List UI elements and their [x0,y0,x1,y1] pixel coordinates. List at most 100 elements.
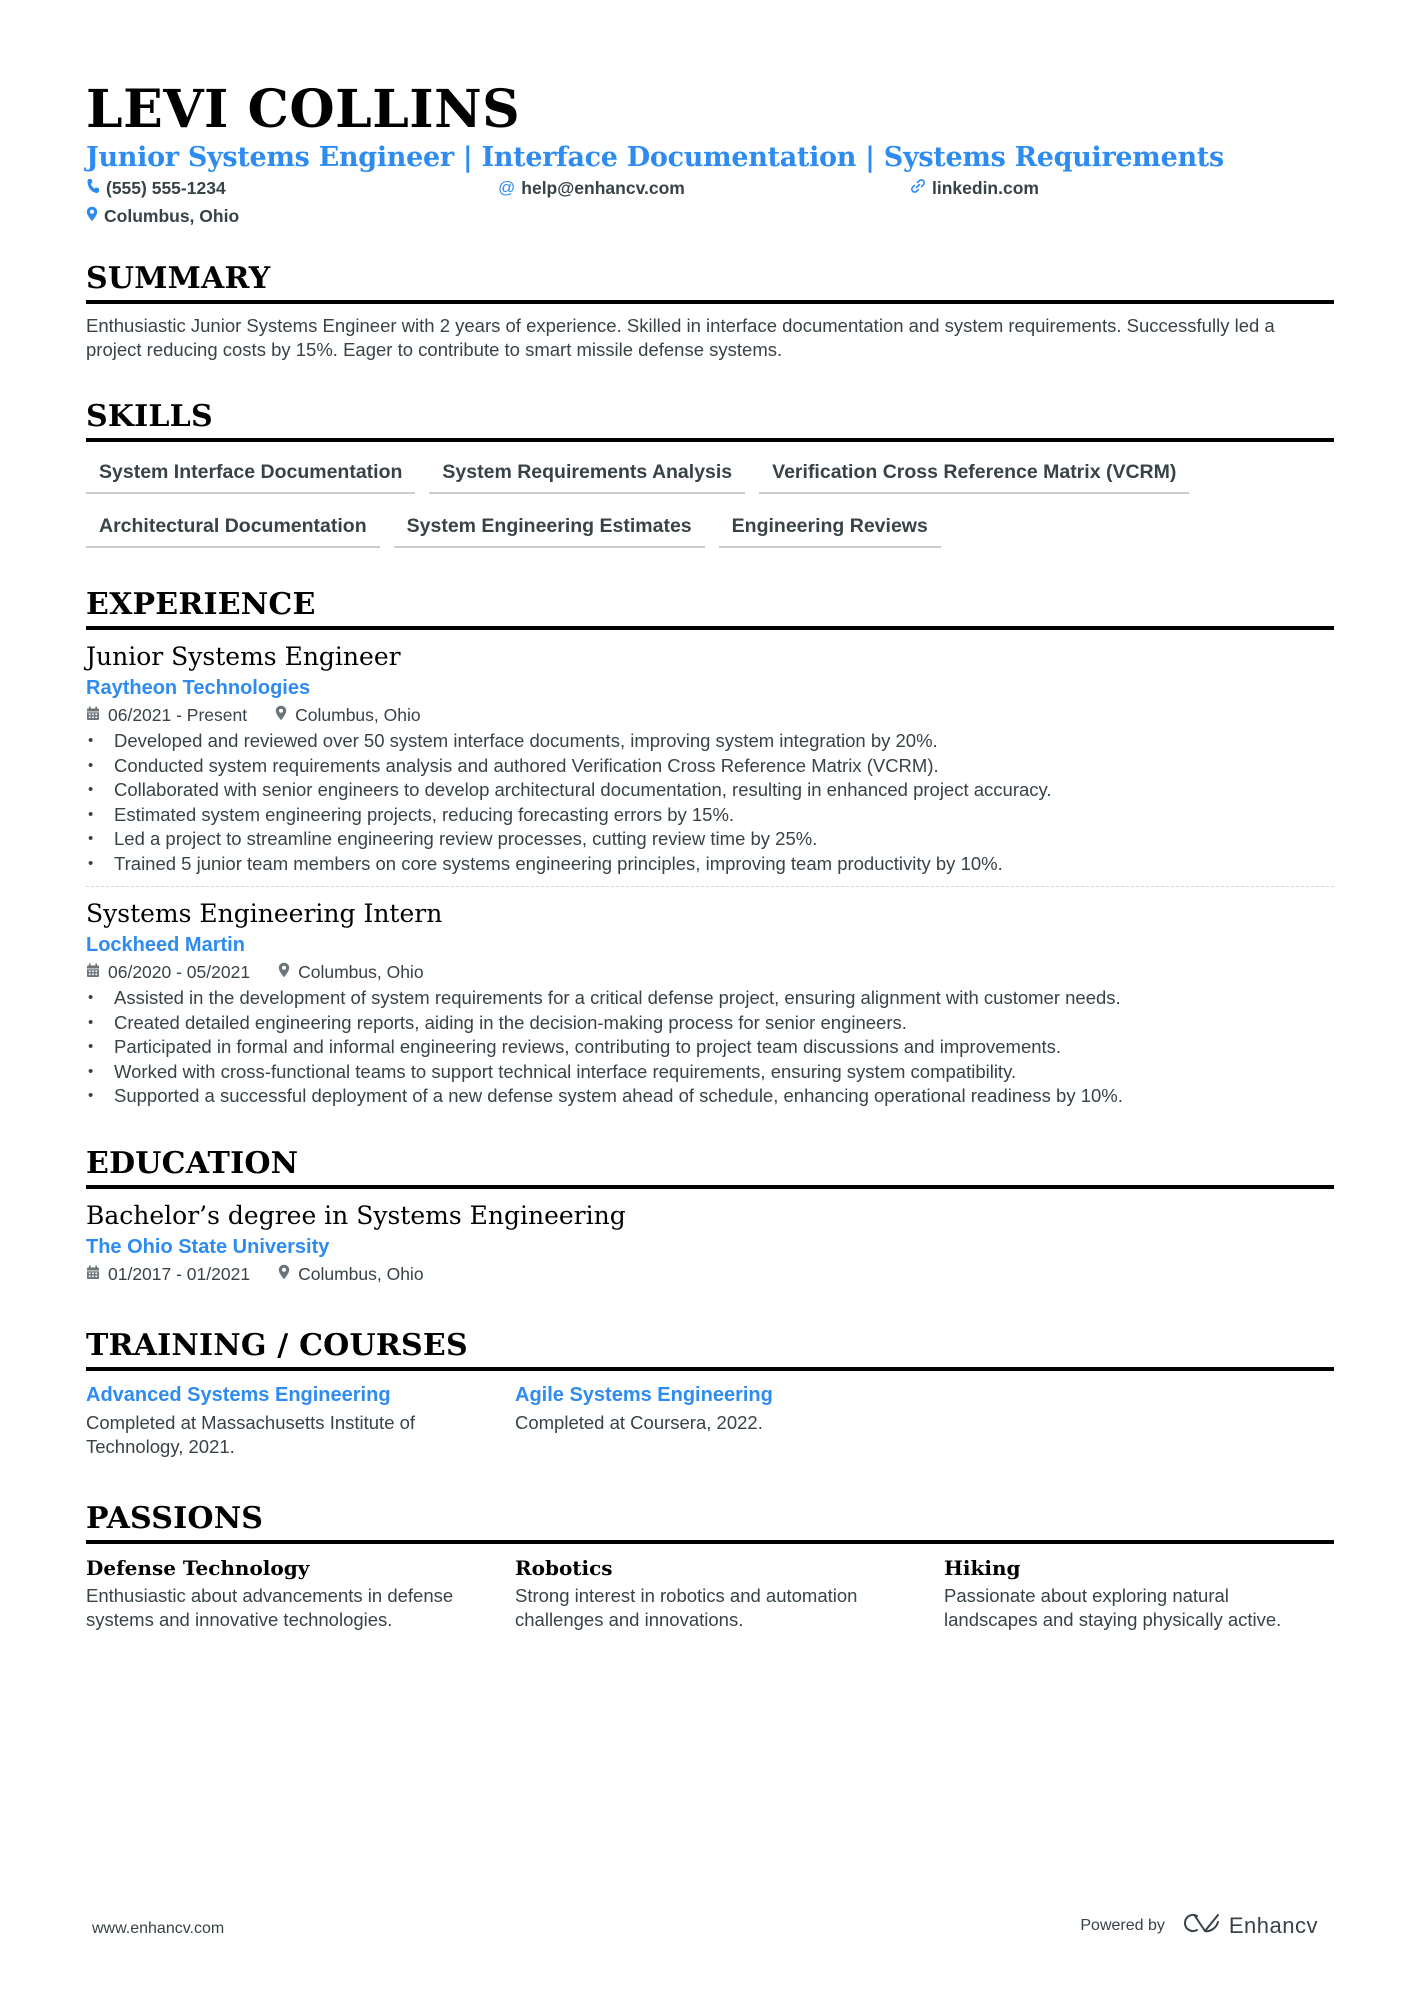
education-dates: 01/2017 - 01/2021 [86,1261,250,1287]
education-location: Columbus, Ohio [278,1261,424,1287]
experience-heading: EXPERIENCE [86,586,1334,630]
education-heading: EDUCATION [86,1145,1334,1189]
job-bullets: Assisted in the development of system re… [86,986,1334,1109]
job-dates: 06/2021 - Present [86,702,247,728]
job-dates: 06/2020 - 05/2021 [86,959,250,985]
resume-page: LEVI COLLINS Junior Systems Engineer | I… [86,78,1334,1633]
bullet-item: Estimated system engineering projects, r… [86,803,1334,828]
job-location: Columbus, Ohio [275,702,421,728]
skill-tag: System Engineering Estimates [393,508,705,548]
course-description: Completed at Coursera, 2022. [515,1411,763,1433]
phone-icon [86,178,100,199]
summary-heading: SUMMARY [86,260,1334,304]
footer-website-link[interactable]: www.enhancv.com [92,1920,224,1938]
passion-item: Robotics Strong interest in robotics and… [515,1554,944,1633]
skills-heading: SKILLS [86,398,1334,442]
bullet-item: Assisted in the development of system re… [86,986,1334,1011]
experience-section: EXPERIENCE Junior Systems Engineer Rayth… [86,586,1334,1109]
location-pin-icon [275,702,287,728]
bullet-item: Collaborated with senior engineers to de… [86,778,1334,803]
bullet-item: Participated in formal and informal engi… [86,1035,1334,1060]
education-section: EDUCATION Bachelor’s degree in Systems E… [86,1145,1334,1287]
footer-branding: Powered by Enhancv [1080,1912,1318,1940]
location-pin-icon [278,959,290,985]
job-company: Raytheon Technologies [86,677,311,699]
link-icon [910,178,926,199]
course-title: Agile Systems Engineering [515,1383,773,1406]
passion-title: Hiking [944,1555,1021,1580]
bullet-item: Led a project to streamline engineering … [86,827,1334,852]
summary-section: SUMMARY Enthusiastic Junior Systems Engi… [86,260,1334,362]
passion-description: Passionate about exploring natural lands… [944,1584,1282,1631]
education-dates-text: 01/2017 - 01/2021 [108,1263,251,1284]
summary-text: Enthusiastic Junior Systems Engineer wit… [86,315,1275,360]
job-dates-text: 06/2020 - 05/2021 [108,962,251,982]
contact-location: Columbus, Ohio [86,204,498,228]
location-pin-icon [278,1261,290,1287]
job-company: Lockheed Martin [86,934,245,956]
degree: Bachelor’s degree in Systems Engineering [86,1200,626,1230]
skill-tag: Verification Cross Reference Matrix (VCR… [759,454,1190,494]
passion-title: Robotics [515,1555,613,1580]
skills-list: System Interface Documentation System Re… [86,454,1334,548]
course-item: Agile Systems Engineering Completed at C… [515,1381,944,1460]
job-meta: 06/2021 - Present Columbus, Ohio [86,702,1334,728]
training-heading: TRAINING / COURSES [86,1327,1334,1371]
school: The Ohio State University [86,1235,330,1258]
skills-section: SKILLS System Interface Documentation Sy… [86,398,1334,548]
contact-linkedin[interactable]: linkedin.com [910,176,1322,200]
job-meta: 06/2020 - 05/2021 Columbus, Ohio [86,959,1334,985]
education-meta: 01/2017 - 01/2021 Columbus, Ohio [86,1261,1334,1287]
powered-by-label: Powered by [1080,1917,1165,1934]
passion-description: Strong interest in robotics and automati… [515,1584,858,1631]
passion-list: Defense Technology Enthusiastic about ad… [86,1554,1334,1633]
contact-info: (555) 555-1234 @ help@enhancv.com linked… [86,176,1334,228]
course-list: Advanced Systems Engineering Completed a… [86,1381,1334,1460]
job-role: Junior Systems Engineer [86,642,401,671]
passions-heading: PASSIONS [86,1500,1334,1544]
calendar-icon [86,1261,100,1287]
bullet-item: Conducted system requirements analysis a… [86,754,1334,779]
job-location: Columbus, Ohio [278,959,424,985]
skill-tag: System Interface Documentation [86,454,416,494]
job-location-text: Columbus, Ohio [298,962,424,982]
job-dates-text: 06/2021 - Present [108,705,248,725]
calendar-icon [86,702,100,728]
candidate-name: LEVI COLLINS [86,79,521,140]
bullet-item: Created detailed engineering reports, ai… [86,1011,1334,1036]
training-section: TRAINING / COURSES Advanced Systems Engi… [86,1327,1334,1460]
entry-divider [86,886,1334,887]
brand-name: Enhancv [1228,1913,1318,1938]
skill-tag: System Requirements Analysis [429,454,746,494]
course-title: Advanced Systems Engineering [86,1383,391,1406]
passion-title: Defense Technology [86,1555,310,1580]
location-text: Columbus, Ohio [104,205,240,226]
candidate-title: Junior Systems Engineer | Interface Docu… [86,142,1224,173]
passion-description: Enthusiastic about advancements in defen… [86,1584,454,1631]
email-address: help@enhancv.com [521,177,685,198]
resume-header: LEVI COLLINS Junior Systems Engineer | I… [86,78,1334,228]
skill-tag: Architectural Documentation [86,508,380,548]
bullet-item: Trained 5 junior team members on core sy… [86,852,1334,877]
location-pin-icon [86,206,98,227]
passion-item: Defense Technology Enthusiastic about ad… [86,1554,515,1633]
experience-entry: Systems Engineering Intern Lockheed Mart… [86,897,1334,1109]
enhancv-logo[interactable]: Enhancv [1183,1912,1318,1940]
bullet-item: Developed and reviewed over 50 system in… [86,729,1334,754]
bullet-item: Worked with cross-functional teams to su… [86,1060,1334,1085]
job-location-text: Columbus, Ohio [295,705,421,725]
phone-number: (555) 555-1234 [106,177,226,198]
passion-item: Hiking Passionate about exploring natura… [944,1554,1334,1633]
job-role: Systems Engineering Intern [86,899,443,928]
calendar-icon [86,959,100,985]
at-icon: @ [498,178,516,197]
education-location-text: Columbus, Ohio [298,1263,424,1284]
experience-entry: Junior Systems Engineer Raytheon Technol… [86,640,1334,876]
bullet-item: Supported a successful deployment of a n… [86,1084,1334,1109]
course-item: Advanced Systems Engineering Completed a… [86,1381,515,1460]
linkedin-url: linkedin.com [932,177,1039,198]
contact-phone[interactable]: (555) 555-1234 [86,176,498,200]
job-bullets: Developed and reviewed over 50 system in… [86,729,1334,876]
contact-email[interactable]: @ help@enhancv.com [498,176,910,200]
enhancv-logo-icon [1183,1912,1221,1940]
